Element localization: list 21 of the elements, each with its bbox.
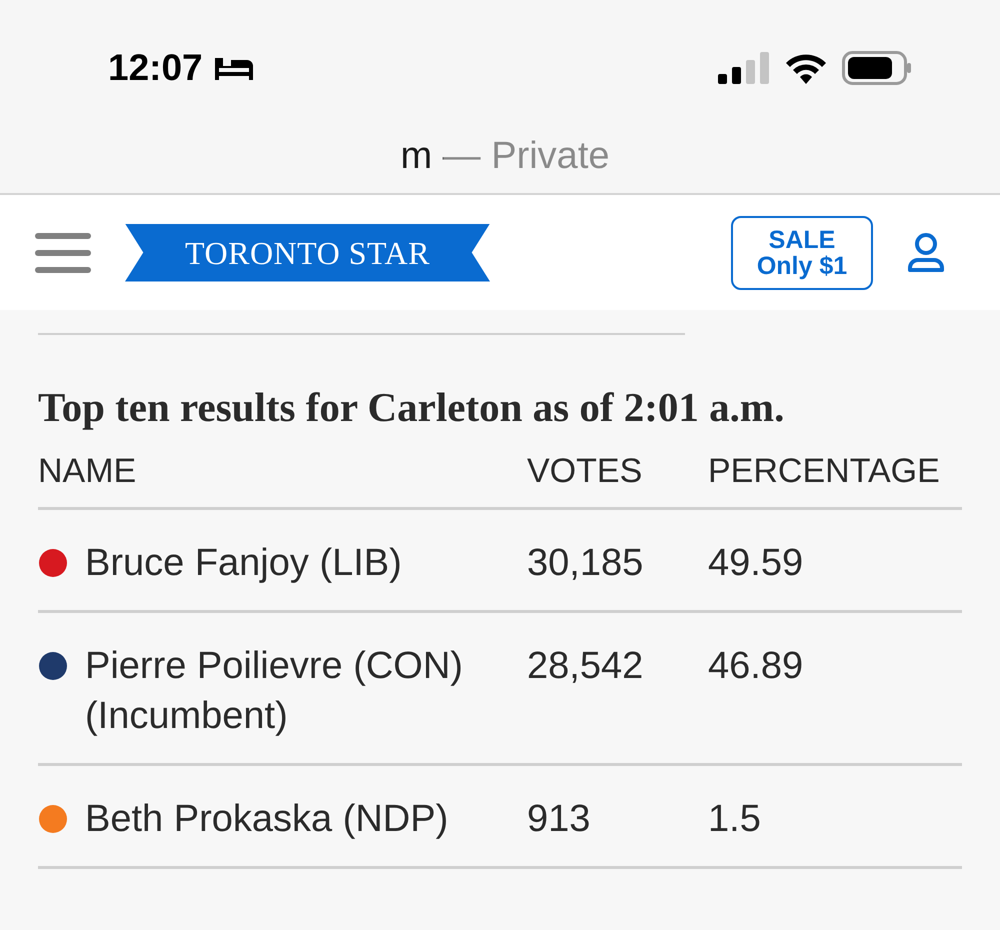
candidate-name: Pierre Poilievre (CON) (Incumbent) — [85, 644, 464, 739]
votes-cell-text: 30,185 — [527, 541, 644, 586]
column-header: NAME — [38, 451, 138, 491]
percentage-cell-text: 1.5 — [708, 797, 762, 842]
clock-time: 12:07 — [108, 46, 203, 90]
votes-cell-text: 28,542 — [527, 644, 644, 689]
signal-icon — [718, 52, 770, 84]
results-heading: Top ten results for Carleton as of 2:01 a.m. — [38, 383, 786, 431]
wifi-icon — [784, 52, 828, 84]
votes-cell-text: 913 — [527, 797, 592, 842]
logo[interactable]: TORONTO STAR — [125, 224, 490, 282]
candidate-name: Bruce Fanjoy (LIB) — [85, 541, 403, 586]
column-header: VOTES — [527, 451, 644, 491]
candidate-name: Beth Prokaska (NDP) — [85, 797, 450, 842]
user-icon[interactable] — [907, 232, 945, 272]
sale-button[interactable]: SALE Only $1 — [731, 216, 873, 290]
percentage-cell-text: 49.59 — [708, 541, 804, 586]
column-header: PERCENTAGE — [708, 451, 941, 491]
menu-icon[interactable] — [35, 232, 91, 272]
battery-icon — [842, 51, 912, 85]
percentage-cell-text: 46.89 — [708, 644, 804, 689]
